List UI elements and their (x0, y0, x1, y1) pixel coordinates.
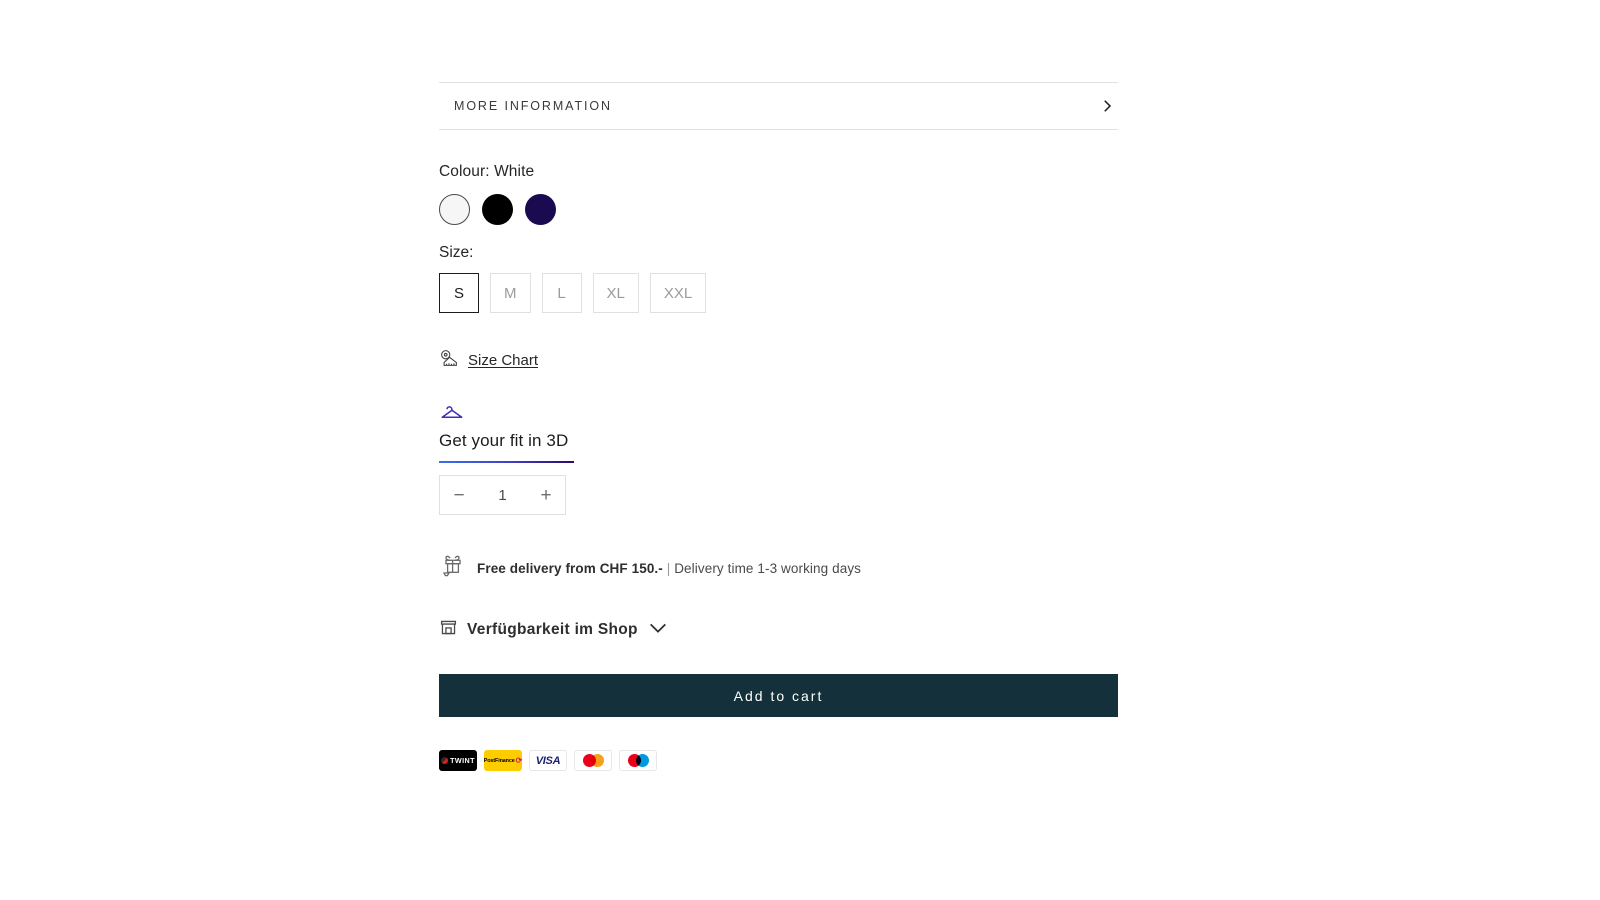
quantity-stepper: − 1 + (439, 475, 566, 515)
size-option-group: S M L XL XXL (439, 273, 707, 313)
delivery-separator: | (666, 561, 671, 576)
colour-swatch-black[interactable] (482, 194, 513, 225)
delivery-detail: Delivery time 1-3 working days (674, 561, 862, 576)
product-page: MORE INFORMATION Colour: White Size: S M… (0, 0, 1600, 900)
delivery-highlight: Free delivery from CHF 150.- (477, 561, 663, 576)
size-option-l[interactable]: L (541, 273, 582, 313)
shop-availability-label: Verfügbarkeit im Shop (467, 621, 638, 638)
size-chart-link-row[interactable]: Size Chart (439, 349, 538, 372)
more-information-accordion[interactable]: MORE INFORMATION (439, 82, 1118, 130)
postfinance-label: PostFinance (484, 757, 515, 764)
colour-swatch-navy[interactable] (525, 194, 556, 225)
payment-icon-mastercard (574, 750, 612, 771)
payment-icon-twint: TWINT (439, 750, 477, 771)
payment-icon-maestro (619, 750, 657, 771)
visa-label: VISA (535, 754, 561, 767)
gift-icon (441, 552, 467, 585)
payment-icon-visa: VISA (529, 750, 567, 771)
colour-swatch-group (439, 194, 556, 225)
delivery-text: Free delivery from CHF 150.- | Delivery … (477, 561, 861, 576)
size-option-s[interactable]: S (439, 273, 479, 313)
get-fit-in-3d-widget[interactable]: Get your fit in 3D (439, 402, 574, 463)
quantity-value: 1 (498, 486, 507, 504)
size-option-m[interactable]: M (490, 273, 531, 313)
size-label: Size: (439, 244, 474, 261)
storefront-icon (439, 618, 458, 642)
measuring-tape-icon (439, 349, 459, 372)
payment-methods: TWINT PostFinance ⟳ VISA (439, 750, 657, 771)
add-to-cart-button[interactable]: Add to cart (439, 674, 1118, 717)
quantity-increase-button[interactable]: + (527, 476, 565, 514)
get-fit-in-3d-underline (439, 461, 574, 463)
colour-label: Colour: White (439, 163, 535, 180)
size-chart-label: Size Chart (468, 352, 539, 369)
payment-icon-postfinance: PostFinance ⟳ (484, 750, 522, 771)
chevron-right-icon (1098, 97, 1118, 115)
get-fit-in-3d-label: Get your fit in 3D (439, 431, 569, 450)
shop-availability-toggle[interactable]: Verfügbarkeit im Shop (439, 618, 669, 642)
colour-swatch-white[interactable] (439, 194, 470, 225)
size-option-xl[interactable]: XL (592, 273, 639, 313)
delivery-info: Free delivery from CHF 150.- | Delivery … (441, 552, 861, 585)
quantity-decrease-button[interactable]: − (440, 476, 478, 514)
maestro-circle-right (636, 754, 649, 767)
size-option-xxl[interactable]: XXL (649, 273, 707, 313)
mastercard-circle-right (591, 754, 604, 767)
clothes-hanger-icon (439, 402, 574, 424)
chevron-down-icon[interactable] (647, 620, 669, 641)
twint-label: TWINT (450, 756, 475, 765)
more-information-label: MORE INFORMATION (454, 99, 612, 113)
